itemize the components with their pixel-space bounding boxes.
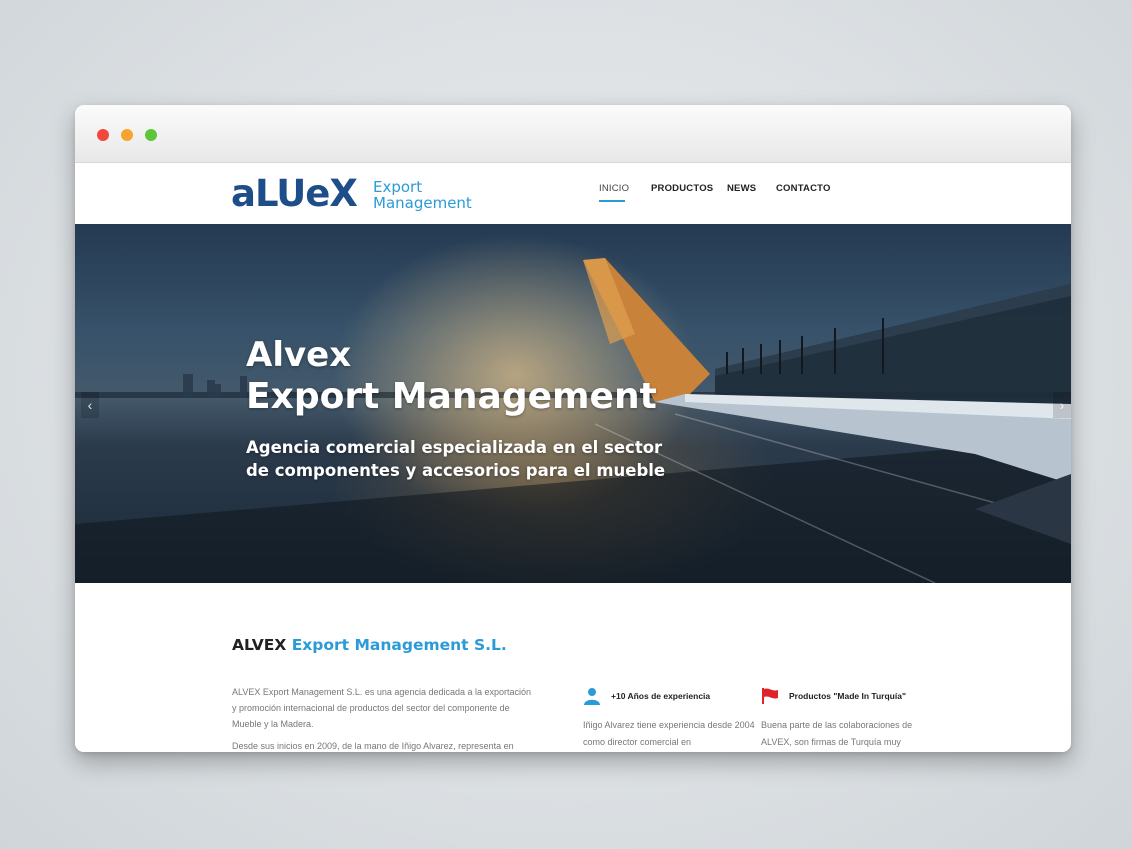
logo-text: Export Management [373,179,472,211]
user-icon [584,688,600,705]
chevron-right-icon: › [1059,397,1065,413]
hero-title: Alvex Export Management [246,334,657,418]
nav-item-productos[interactable]: PRODUCTOS [651,183,713,194]
chevron-left-icon: ‹ [87,397,93,413]
feature-title: Productos "Made In Turquía" [789,691,906,701]
flag-icon [762,688,778,704]
site-logo[interactable]: aLUeX Export Management [231,172,491,216]
window-titlebar [75,105,1071,163]
about-title: ALVEX Export Management S.L. [232,636,507,654]
maximize-window-button[interactable] [145,129,157,141]
logo-line2: Management [373,194,472,212]
logo-mark: aLUeX [231,172,358,215]
about-section: ALVEX Export Management S.L. ALVEX Expor… [75,583,1071,752]
about-title-rest: Export Management S.L. [291,636,507,654]
feature-made-in-turquia: Productos "Made In Turquía" Buena parte … [761,687,936,747]
nav-item-inicio[interactable]: INICIO [599,183,629,194]
nav-item-contacto[interactable]: CONTACTO [776,183,831,194]
nav-active-indicator [599,200,625,202]
about-title-brand: ALVEX [232,636,287,654]
hero-slider: Alvex Export Management Agencia comercia… [75,224,1071,583]
hero-title-line1: Alvex [246,335,352,375]
feature-text: Buena parte de las colaboraciones de ALV… [761,720,913,747]
nav-item-news[interactable]: NEWS [727,183,756,194]
minimize-window-button[interactable] [121,129,133,141]
close-window-button[interactable] [97,129,109,141]
slider-next-button[interactable]: › [1053,392,1071,418]
hero-title-line2: Export Management [246,376,657,417]
slider-prev-button[interactable]: ‹ [81,392,99,418]
feature-text: Iñigo Alvarez tiene experiencia desde 20… [583,720,755,747]
browser-window: aLUeX Export Management INICIO PRODUCTOS… [75,105,1071,752]
about-paragraph-2: Desde sus inicios en 2009, de la mano de… [232,741,514,751]
feature-experience: +10 Años de experiencia Iñigo Alvarez ti… [583,687,758,747]
feature-title: +10 Años de experiencia [611,691,711,701]
about-paragraph-1: ALVEX Export Management S.L. es una agen… [232,687,532,729]
site-header: aLUeX Export Management INICIO PRODUCTOS… [75,163,1071,224]
hero-subtitle: Agencia comercial especializada en el se… [246,438,666,480]
logo-line1: Export [373,178,423,196]
